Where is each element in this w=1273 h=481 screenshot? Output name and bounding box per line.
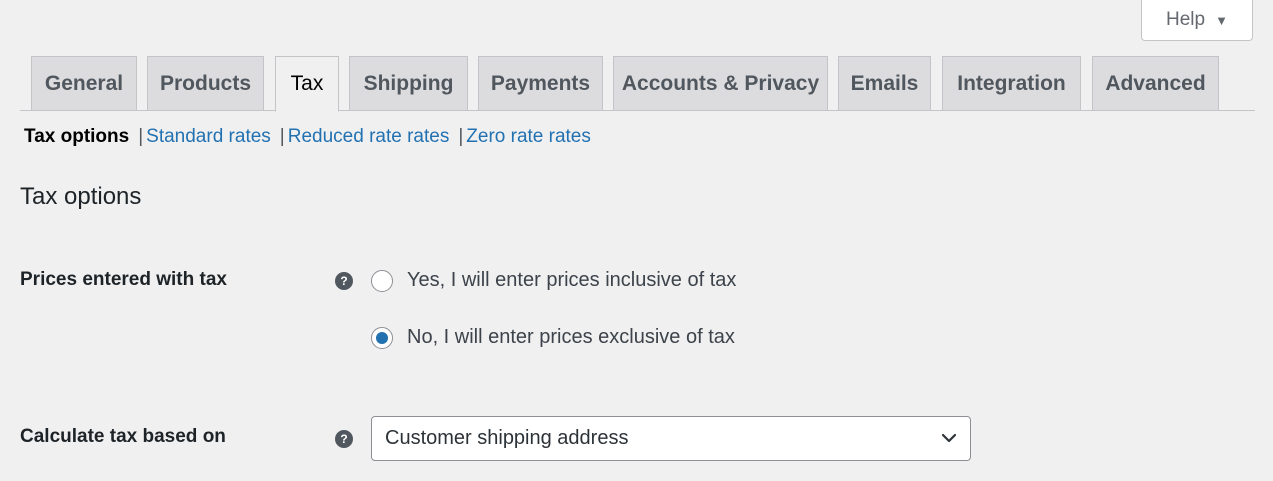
radio-inclusive[interactable] — [371, 269, 393, 292]
select-value: Customer shipping address — [385, 427, 629, 449]
settings-page: Help ▼ General Products Tax Shipping Pay… — [0, 0, 1273, 481]
tab-general[interactable]: General — [31, 56, 137, 110]
tab-label: Products — [159, 71, 251, 95]
tab-label: Payments — [490, 71, 591, 95]
subnav-separator: | — [138, 126, 144, 147]
help-button[interactable]: Help ▼ — [1141, 0, 1253, 41]
tab-label: Tax — [290, 72, 324, 95]
radio-label-inclusive: Yes, I will enter prices inclusive of ta… — [407, 269, 737, 291]
radio-exclusive[interactable] — [371, 326, 393, 349]
calculate-tax-label: Calculate tax based on — [20, 426, 226, 447]
tab-products[interactable]: Products — [147, 56, 264, 110]
tab-accounts-privacy[interactable]: Accounts & Privacy — [613, 56, 828, 110]
section-title: Tax options — [20, 183, 142, 210]
subnav-link-standard-rates[interactable]: Standard rates — [146, 126, 271, 148]
radio-option-inclusive[interactable]: Yes, I will enter prices inclusive of ta… — [371, 269, 736, 292]
calculate-tax-select[interactable]: Customer shipping address — [371, 416, 971, 461]
subnav-separator: | — [458, 126, 464, 147]
tab-label: Shipping — [363, 71, 454, 95]
tab-label: Accounts & Privacy — [621, 71, 820, 95]
tab-shipping[interactable]: Shipping — [349, 56, 468, 110]
help-tip-icon[interactable]: ? — [335, 430, 353, 448]
tab-integration[interactable]: Integration — [942, 56, 1081, 110]
chevron-down-icon — [941, 433, 957, 443]
radio-checked-dot — [376, 331, 388, 344]
radio-label-exclusive: No, I will enter prices exclusive of tax — [407, 326, 735, 348]
tab-advanced[interactable]: Advanced — [1092, 56, 1219, 110]
tab-payments[interactable]: Payments — [478, 56, 603, 110]
help-tip-icon[interactable]: ? — [335, 272, 353, 290]
subnav-link-reduced-rate-rates[interactable]: Reduced rate rates — [288, 126, 450, 148]
tab-label: Emails — [850, 71, 919, 95]
tab-label: Integration — [957, 71, 1066, 95]
tab-label: General — [44, 71, 124, 95]
radio-option-exclusive[interactable]: No, I will enter prices exclusive of tax — [371, 326, 735, 349]
help-label: Help — [1166, 9, 1206, 30]
tax-subnav: Tax options | Standard rates | Reduced r… — [24, 126, 591, 148]
tab-emails[interactable]: Emails — [838, 56, 931, 110]
subnav-current: Tax options — [24, 126, 130, 147]
caret-down-icon: ▼ — [1215, 12, 1228, 28]
prices-entered-label: Prices entered with tax — [20, 269, 227, 290]
subnav-link-zero-rate-rates[interactable]: Zero rate rates — [466, 126, 591, 148]
tab-label: Advanced — [1105, 71, 1206, 95]
tab-tax[interactable]: Tax — [275, 56, 339, 112]
subnav-separator: | — [279, 126, 285, 147]
settings-tabs: General Products Tax Shipping Payments A… — [20, 56, 1255, 112]
